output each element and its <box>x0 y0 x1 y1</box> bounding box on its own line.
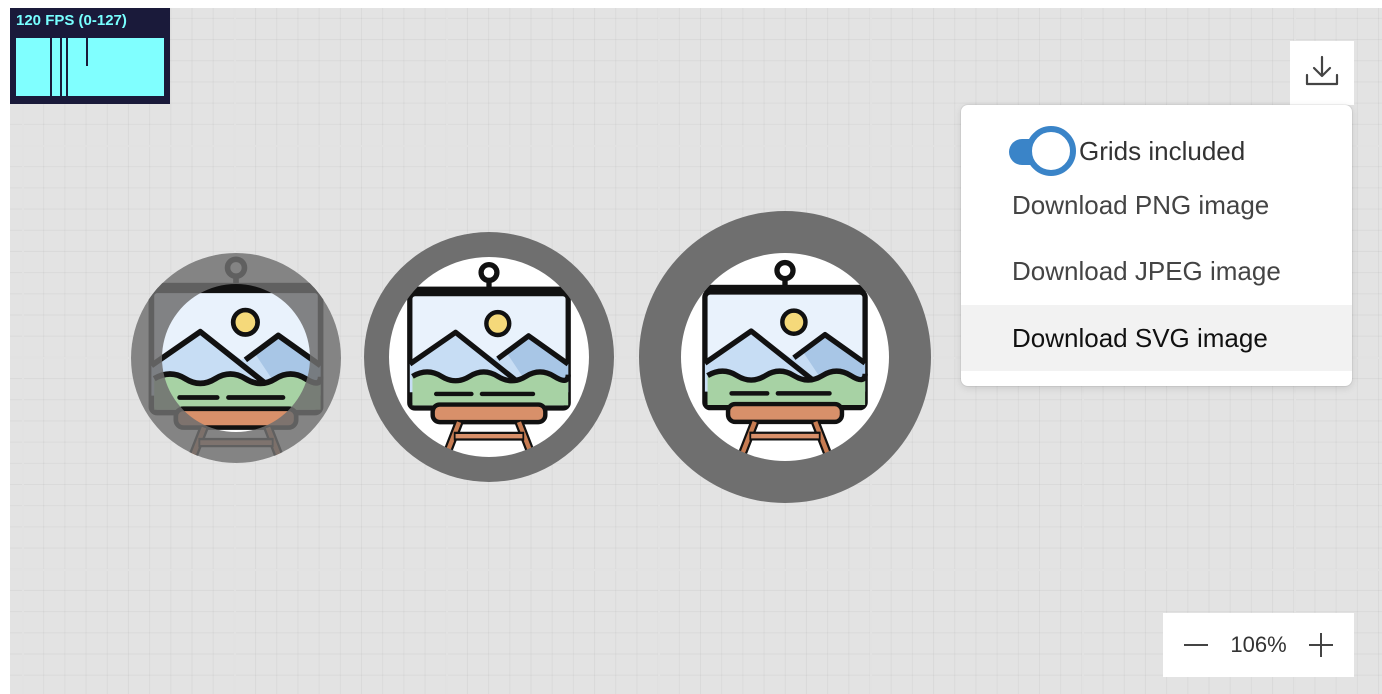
zoom-in-button[interactable] <box>1306 630 1336 660</box>
easel-node-1[interactable] <box>130 252 342 464</box>
fps-meter: 120 FPS (0-127) <box>10 8 170 104</box>
minus-icon <box>1184 644 1208 646</box>
fps-label: 120 FPS (0-127) <box>16 12 127 29</box>
plus-icon <box>1309 633 1333 657</box>
download-button[interactable] <box>1290 41 1354 105</box>
download-png-item[interactable]: Download PNG image <box>961 172 1352 238</box>
zoom-out-button[interactable] <box>1181 630 1211 660</box>
canvas-left-edge <box>0 0 10 694</box>
grids-toggle-label: Grids included <box>1079 135 1246 166</box>
download-svg-item[interactable]: Download SVG image <box>961 305 1352 371</box>
download-menu: Grids included Download PNG image Downlo… <box>961 105 1352 386</box>
fps-graph <box>16 38 164 96</box>
zoom-control: 106% <box>1163 613 1354 677</box>
easel-node-3[interactable] <box>638 210 932 504</box>
download-icon <box>1305 55 1339 92</box>
zoom-level: 106% <box>1230 632 1287 657</box>
canvas-top-edge <box>0 0 1382 8</box>
grids-toggle-row[interactable]: Grids included <box>1009 125 1245 177</box>
download-jpeg-item[interactable]: Download JPEG image <box>961 238 1352 304</box>
easel-node-2[interactable] <box>363 231 615 483</box>
grids-toggle[interactable] <box>1009 126 1076 176</box>
